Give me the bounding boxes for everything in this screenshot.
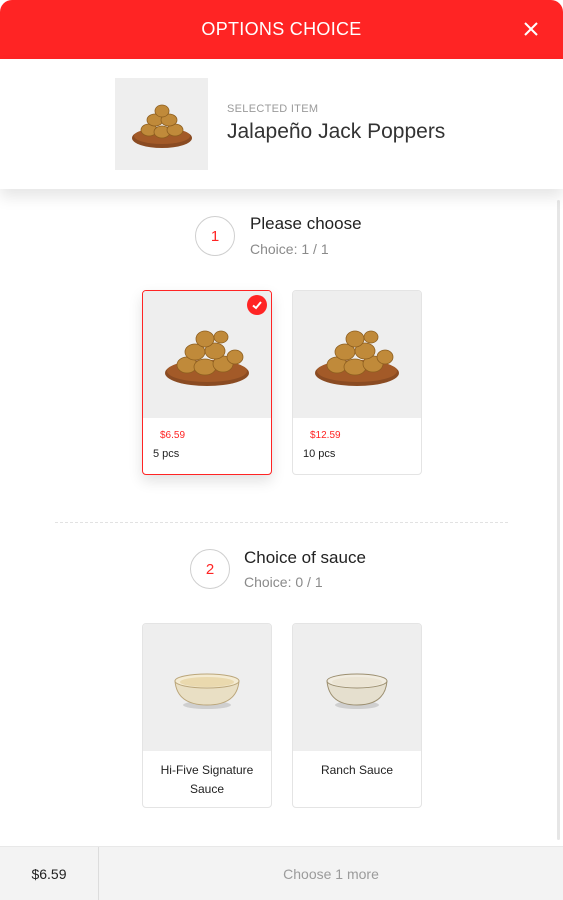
option-name: 5 pcs [153, 448, 180, 460]
step-number-badge: 2 [190, 549, 230, 589]
close-button[interactable] [519, 17, 543, 41]
choose-more-button[interactable]: Choose 1 more [99, 847, 563, 900]
option-price: $12.59 [310, 430, 341, 441]
step-choice-count: Choice: 0 / 1 [244, 574, 323, 590]
selected-item-image [115, 78, 208, 170]
checkmark-icon [252, 301, 262, 310]
scrollbar[interactable] [557, 200, 560, 840]
selected-item-card: SELECTED ITEM Jalapeño Jack Poppers [0, 59, 563, 189]
option-card-10-pcs[interactable]: $12.59 10 pcs [292, 290, 422, 475]
option-name: Hi-Five Signature Sauce [143, 761, 271, 799]
order-total: $6.59 [0, 847, 99, 900]
option-name: 10 pcs [303, 448, 336, 460]
step-title: Please choose [250, 214, 362, 233]
option-name-line: Hi-Five Signature [160, 763, 254, 777]
selected-item-label: SELECTED ITEM [227, 103, 319, 115]
option-name: Ranch Sauce [293, 761, 421, 780]
option-image [293, 291, 421, 418]
footer-bar: $6.59 Choose 1 more [0, 846, 563, 900]
section-divider [55, 522, 508, 523]
option-card-ranch-sauce[interactable]: Ranch Sauce [292, 623, 422, 808]
option-card-hi-five-sauce[interactable]: Hi-Five Signature Sauce [142, 623, 272, 808]
option-name-line: Ranch Sauce [320, 763, 394, 777]
step-title: Choice of sauce [244, 548, 366, 567]
close-icon [524, 22, 538, 36]
step-choice-count: Choice: 1 / 1 [250, 241, 329, 257]
selected-item-name: Jalapeño Jack Poppers [227, 120, 446, 143]
options-scroll-area[interactable] [0, 189, 563, 845]
option-image [143, 624, 271, 751]
option-card-5-pcs[interactable]: $6.59 5 pcs [142, 290, 272, 475]
option-name-line: Sauce [189, 782, 225, 796]
step-number-badge: 1 [195, 216, 235, 256]
option-price: $6.59 [160, 430, 186, 441]
option-image [293, 624, 421, 751]
selected-check-badge [247, 295, 267, 315]
modal-header: OPTIONS CHOICE [0, 0, 563, 59]
modal-title: OPTIONS CHOICE [201, 19, 362, 39]
